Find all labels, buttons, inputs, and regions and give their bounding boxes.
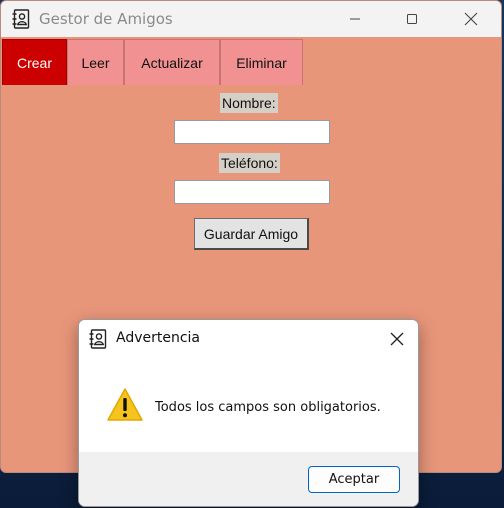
title-bar[interactable]: Gestor de Amigos: [1, 1, 501, 37]
warning-icon: [106, 387, 144, 427]
tab-actualizar[interactable]: Actualizar: [124, 39, 220, 85]
close-button[interactable]: [448, 1, 494, 37]
dialog-footer: Aceptar: [79, 452, 418, 506]
dialog-message: Todos los campos son obligatorios.: [155, 400, 381, 415]
tab-crear[interactable]: Crear: [2, 39, 67, 85]
contacts-app-icon: [12, 9, 30, 29]
name-input[interactable]: [174, 120, 330, 144]
phone-label: Teléfono:: [219, 153, 280, 173]
close-icon: [390, 332, 404, 346]
maximize-button[interactable]: [389, 1, 435, 37]
maximize-icon: [407, 14, 417, 24]
name-label: Nombre:: [220, 93, 278, 113]
minimize-icon: [350, 18, 360, 20]
warning-dialog: Advertencia Todos los campos son obligat…: [78, 319, 419, 507]
tab-eliminar[interactable]: Eliminar: [220, 39, 303, 85]
accept-button[interactable]: Aceptar: [308, 466, 400, 493]
dialog-title: Advertencia: [116, 330, 201, 346]
dialog-close-button[interactable]: [384, 326, 410, 352]
dialog-title-bar[interactable]: Advertencia: [79, 320, 418, 358]
phone-input[interactable]: [174, 180, 330, 204]
save-friend-button[interactable]: Guardar Amigo: [194, 218, 309, 250]
minimize-button[interactable]: [332, 1, 378, 37]
close-icon: [464, 12, 478, 26]
tab-leer[interactable]: Leer: [67, 39, 124, 85]
contacts-app-icon: [89, 329, 107, 349]
window-title: Gestor de Amigos: [39, 10, 173, 28]
